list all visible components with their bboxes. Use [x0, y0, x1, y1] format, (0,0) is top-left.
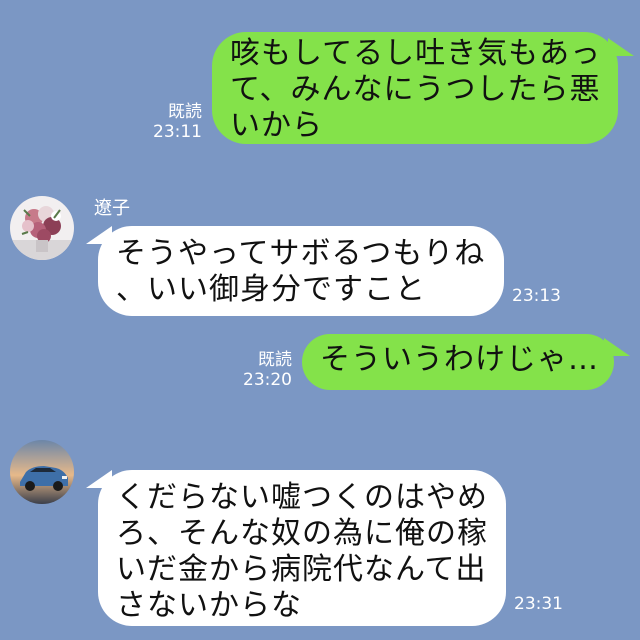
message-time: 23:20: [243, 370, 292, 390]
message-line: そういうわけじゃ…: [320, 342, 599, 377]
message-1-meta: 既読 23:11: [150, 102, 202, 142]
message-line: そうやってサボるつもりね: [116, 236, 486, 271]
bubble-tail: [608, 38, 634, 56]
message-line: いから: [230, 108, 323, 143]
message-bubble-incoming-1[interactable]: そうやってサボるつもりね 、いい御身分ですこと: [98, 226, 504, 316]
read-receipt: 既読: [258, 350, 292, 370]
message-bubble-incoming-2[interactable]: くだらない嘘つくのはやめ ろ、そんな奴の為に俺の稼 いだ金から病院代なんて出 さ…: [98, 470, 506, 626]
message-bubble-outgoing-2[interactable]: そういうわけじゃ…: [302, 334, 614, 390]
message-line: て、みんなにうつしたら悪: [230, 72, 601, 107]
message-3-meta: 既読 23:20: [240, 350, 292, 390]
message-time: 23:31: [514, 594, 563, 614]
message-line: さないからな: [116, 588, 302, 623]
read-receipt: 既読: [168, 102, 202, 122]
sender-name: 遼子: [94, 198, 130, 219]
message-time: 23:11: [153, 122, 202, 142]
message-time: 23:13: [512, 286, 561, 306]
message-line: 、いい御身分ですこと: [116, 272, 426, 307]
chat-window: 既読 23:11 咳もしてるし吐き気もあっ て、みんなにうつしたら悪 いから 遼…: [0, 0, 640, 640]
message-line: ろ、そんな奴の為に俺の稼: [116, 516, 488, 551]
message-bubble-outgoing-1[interactable]: 咳もしてるし吐き気もあっ て、みんなにうつしたら悪 いから: [212, 32, 618, 144]
bubble-tail: [604, 338, 630, 356]
flower-bouquet-avatar[interactable]: [10, 196, 74, 260]
car-avatar[interactable]: [10, 440, 74, 504]
car-icon: [10, 440, 74, 504]
message-line: 咳もしてるし吐き気もあっ: [230, 36, 602, 71]
flower-bouquet-icon: [10, 196, 74, 260]
message-line: いだ金から病院代なんて出: [116, 552, 487, 587]
message-line: くだらない嘘つくのはやめ: [116, 480, 488, 515]
